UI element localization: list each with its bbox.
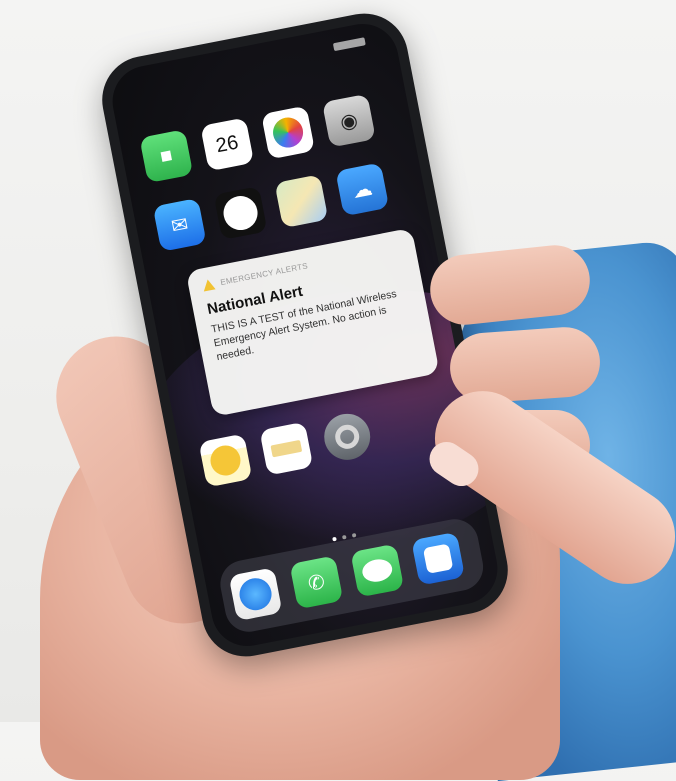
notes-icon[interactable] — [198, 433, 253, 488]
battery-icon — [332, 37, 366, 52]
calendar-icon[interactable]: 26 — [200, 117, 255, 172]
facetime-icon[interactable]: ■ — [139, 129, 194, 184]
reminders-icon[interactable] — [259, 421, 314, 476]
photos-icon[interactable] — [261, 105, 316, 160]
photo-scene: ■ 26 ◉ ✉ ☁ EMERGENCY ALERTS National Ale… — [0, 0, 676, 781]
camera-icon[interactable]: ◉ — [321, 93, 376, 148]
warning-icon — [201, 278, 216, 292]
calendar-date: 26 — [214, 131, 241, 158]
safari-icon[interactable] — [228, 567, 283, 622]
clock-icon[interactable] — [213, 186, 268, 241]
maps-icon[interactable] — [274, 174, 329, 229]
phone-icon[interactable]: ✆ — [289, 555, 344, 610]
weather-icon[interactable]: ☁ — [335, 162, 390, 217]
mail-icon[interactable]: ✉ — [152, 197, 207, 252]
status-bar — [130, 34, 374, 95]
messages-icon[interactable] — [350, 543, 405, 598]
music-icon[interactable] — [411, 531, 466, 586]
